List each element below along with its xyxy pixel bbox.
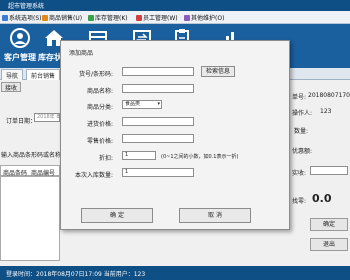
- purchase-price-label: 进货价格:: [86, 121, 113, 128]
- input-hint: 输入商品条形码或名称:: [1, 152, 64, 159]
- change-value: 0.0: [312, 192, 332, 205]
- inventory-icon: [88, 15, 94, 21]
- left-panel: 接收 订单日期： 2018年 8月 输入商品条形码或名称: 商品条码 商品编号: [0, 80, 64, 265]
- order-date-label: 订单日期：: [6, 118, 37, 125]
- product-table-body[interactable]: [0, 176, 60, 261]
- menu-system[interactable]: 系统选项(S): [2, 13, 42, 22]
- order-no-value: 20180807170832: [308, 92, 350, 99]
- user-icon: [10, 28, 30, 48]
- add-product-dialog: 添加商品 货号/条形码: 检索信息 商品名称: 商品分类: 食品类 ▾ 进货价格:…: [60, 40, 290, 230]
- product-table-header: 商品条码 商品编号: [0, 165, 60, 177]
- right-panel: 单号: 20180807170832 操作人: 123 数量: 优惠额: 实收:…: [290, 80, 350, 265]
- operator-value: 123: [320, 108, 332, 115]
- barcode-label: 货号/条形码:: [78, 71, 113, 78]
- search-info-button[interactable]: 检索信息: [201, 66, 235, 77]
- status-bar: 登录时间：2018年08月07日17:09 当前用户：123: [0, 266, 350, 280]
- retail-price-field[interactable]: [122, 134, 194, 143]
- title-bar: 超市管理系统: [0, 0, 350, 11]
- product-name-label: 商品名称:: [86, 88, 113, 95]
- paid-label: 实收:: [292, 170, 307, 177]
- menu-bar: 系统选项(S) 商品销售(U) 库存管理(K) 员工管理(W) 其他维护(O): [0, 11, 350, 24]
- quantity-label: 数量:: [294, 128, 309, 135]
- cancel-button[interactable]: 取 消: [179, 208, 251, 223]
- staff-icon: [136, 15, 142, 21]
- discount-hint: (0~1之间的小数，如0.1表示一折): [161, 154, 239, 160]
- system-icon: [2, 15, 8, 21]
- chevron-down-icon: ▾: [157, 101, 160, 107]
- stock-qty-field[interactable]: 1: [122, 168, 194, 177]
- ok-button[interactable]: 确 定: [81, 208, 153, 223]
- retail-price-label: 零售价格:: [86, 138, 113, 145]
- discount-label: 折扣:: [98, 155, 113, 162]
- menu-inventory[interactable]: 库存管理(K): [88, 13, 128, 22]
- menu-staff[interactable]: 员工管理(W): [136, 13, 178, 22]
- receive-button[interactable]: 接收: [1, 82, 21, 92]
- operator-label: 操作人:: [292, 110, 313, 117]
- change-label: 找零:: [292, 198, 307, 205]
- order-date-field[interactable]: 2018年 8月: [34, 113, 60, 122]
- sales-icon: [42, 15, 48, 21]
- exit-button[interactable]: 退出: [310, 238, 348, 251]
- discount-field[interactable]: 1: [122, 151, 156, 160]
- menu-other[interactable]: 其他维护(O): [184, 13, 224, 22]
- product-name-field[interactable]: [122, 84, 194, 93]
- confirm-button[interactable]: 确定: [310, 218, 348, 231]
- dialog-title: 添加商品: [69, 50, 94, 57]
- category-select[interactable]: 食品类 ▾: [122, 100, 162, 109]
- paid-field[interactable]: [310, 166, 348, 175]
- category-label: 商品分类:: [86, 104, 113, 111]
- discount-amount-label: 优惠额:: [292, 148, 313, 155]
- stock-qty-label: 本次入库数量:: [74, 172, 113, 179]
- barcode-field[interactable]: [122, 67, 194, 76]
- tab-navigation[interactable]: 导航: [1, 69, 24, 80]
- order-no-label: 单号:: [292, 94, 307, 101]
- other-icon: [184, 15, 190, 21]
- tab-front-sales[interactable]: 前台销售: [26, 69, 61, 80]
- menu-sales[interactable]: 商品销售(U): [42, 13, 82, 22]
- window-title: 超市管理系统: [8, 3, 45, 10]
- purchase-price-field[interactable]: [122, 117, 194, 126]
- status-text: 登录时间：2018年08月07日17:09 当前用户：123: [6, 271, 146, 278]
